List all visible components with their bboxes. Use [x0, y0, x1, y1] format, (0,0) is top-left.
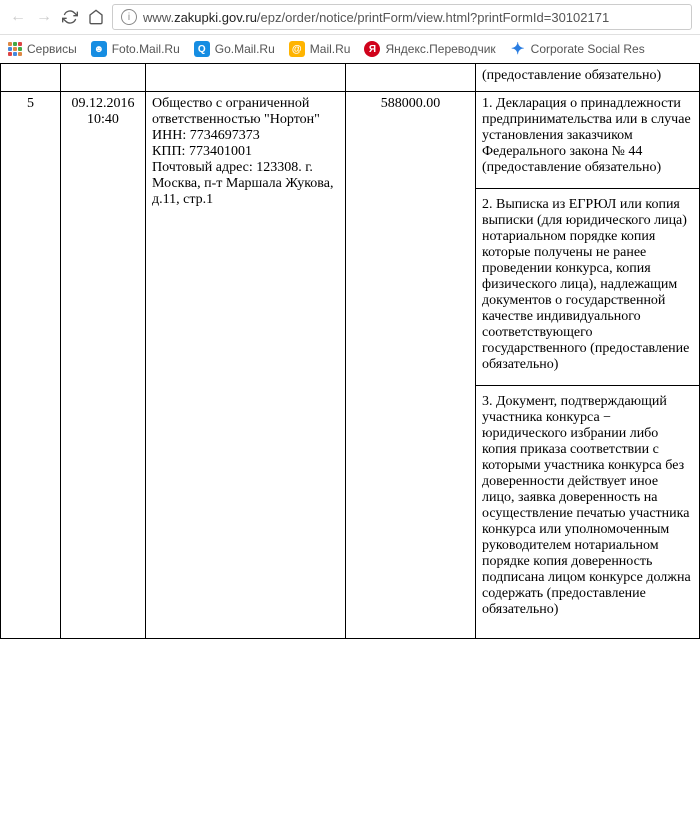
cell-docs: 1. Декларация о принадлежности предприни… — [476, 92, 700, 639]
bookmark-label: Foto.Mail.Ru — [112, 42, 180, 56]
cell-num: 5 — [1, 92, 61, 639]
bookmark-label: Яндекс.Переводчик — [385, 42, 495, 56]
prev-doc-tail: (предоставление обязательно) — [482, 68, 693, 84]
address-bar[interactable]: i www.zakupki.gov.ru/epz/order/notice/pr… — [112, 4, 692, 30]
cell-docs: (предоставление обязательно) — [476, 64, 700, 92]
url-text: www.zakupki.gov.ru/epz/order/notice/prin… — [143, 10, 609, 25]
csr-icon: ✦ — [510, 41, 526, 57]
cell-amount: 588000.00 — [346, 92, 476, 639]
bookmarks-bar: Сервисы ☻ Foto.Mail.Ru Q Go.Mail.Ru @ Ma… — [0, 35, 700, 63]
forward-button[interactable]: → — [34, 7, 54, 27]
apps-label: Сервисы — [27, 42, 77, 56]
yandex-icon: Я — [364, 41, 380, 57]
bookmark-csr[interactable]: ✦ Corporate Social Res — [510, 41, 645, 57]
apps-icon — [8, 42, 22, 56]
bookmark-yandex[interactable]: Я Яндекс.Переводчик — [364, 41, 495, 57]
cell-org: Общество с ограниченной ответственностью… — [146, 92, 346, 639]
apps-button[interactable]: Сервисы — [8, 42, 77, 56]
bookmark-label: Corporate Social Res — [531, 42, 645, 56]
bookmark-go-mail[interactable]: Q Go.Mail.Ru — [194, 41, 275, 57]
foto-mail-icon: ☻ — [91, 41, 107, 57]
bookmark-label: Go.Mail.Ru — [215, 42, 275, 56]
bookmark-foto-mail[interactable]: ☻ Foto.Mail.Ru — [91, 41, 180, 57]
table-row: 5 09.12.2016 10:40 Общество с ограниченн… — [1, 92, 700, 639]
bookmark-label: Mail.Ru — [310, 42, 351, 56]
table-row-prev: (предоставление обязательно) — [1, 64, 700, 92]
cell-date: 09.12.2016 10:40 — [61, 92, 146, 639]
cell-amount — [346, 64, 476, 92]
doc-item: 3. Документ, подтверждающий участника ко… — [476, 385, 699, 638]
doc-item: 2. Выписка из ЕГРЮЛ или копия выписки (д… — [476, 188, 699, 381]
cell-org — [146, 64, 346, 92]
cell-date — [61, 64, 146, 92]
cell-num — [1, 64, 61, 92]
page-content: (предоставление обязательно) 5 09.12.201… — [0, 63, 700, 639]
site-info-icon[interactable]: i — [121, 9, 137, 25]
mail-icon: @ — [289, 41, 305, 57]
bookmark-mail[interactable]: @ Mail.Ru — [289, 41, 351, 57]
procurement-table: (предоставление обязательно) 5 09.12.201… — [0, 63, 700, 639]
home-button[interactable] — [86, 7, 106, 27]
doc-item: 1. Декларация о принадлежности предприни… — [476, 92, 699, 184]
back-button[interactable]: ← — [8, 7, 28, 27]
go-mail-icon: Q — [194, 41, 210, 57]
reload-button[interactable] — [60, 7, 80, 27]
browser-toolbar: ← → i www.zakupki.gov.ru/epz/order/notic… — [0, 0, 700, 35]
